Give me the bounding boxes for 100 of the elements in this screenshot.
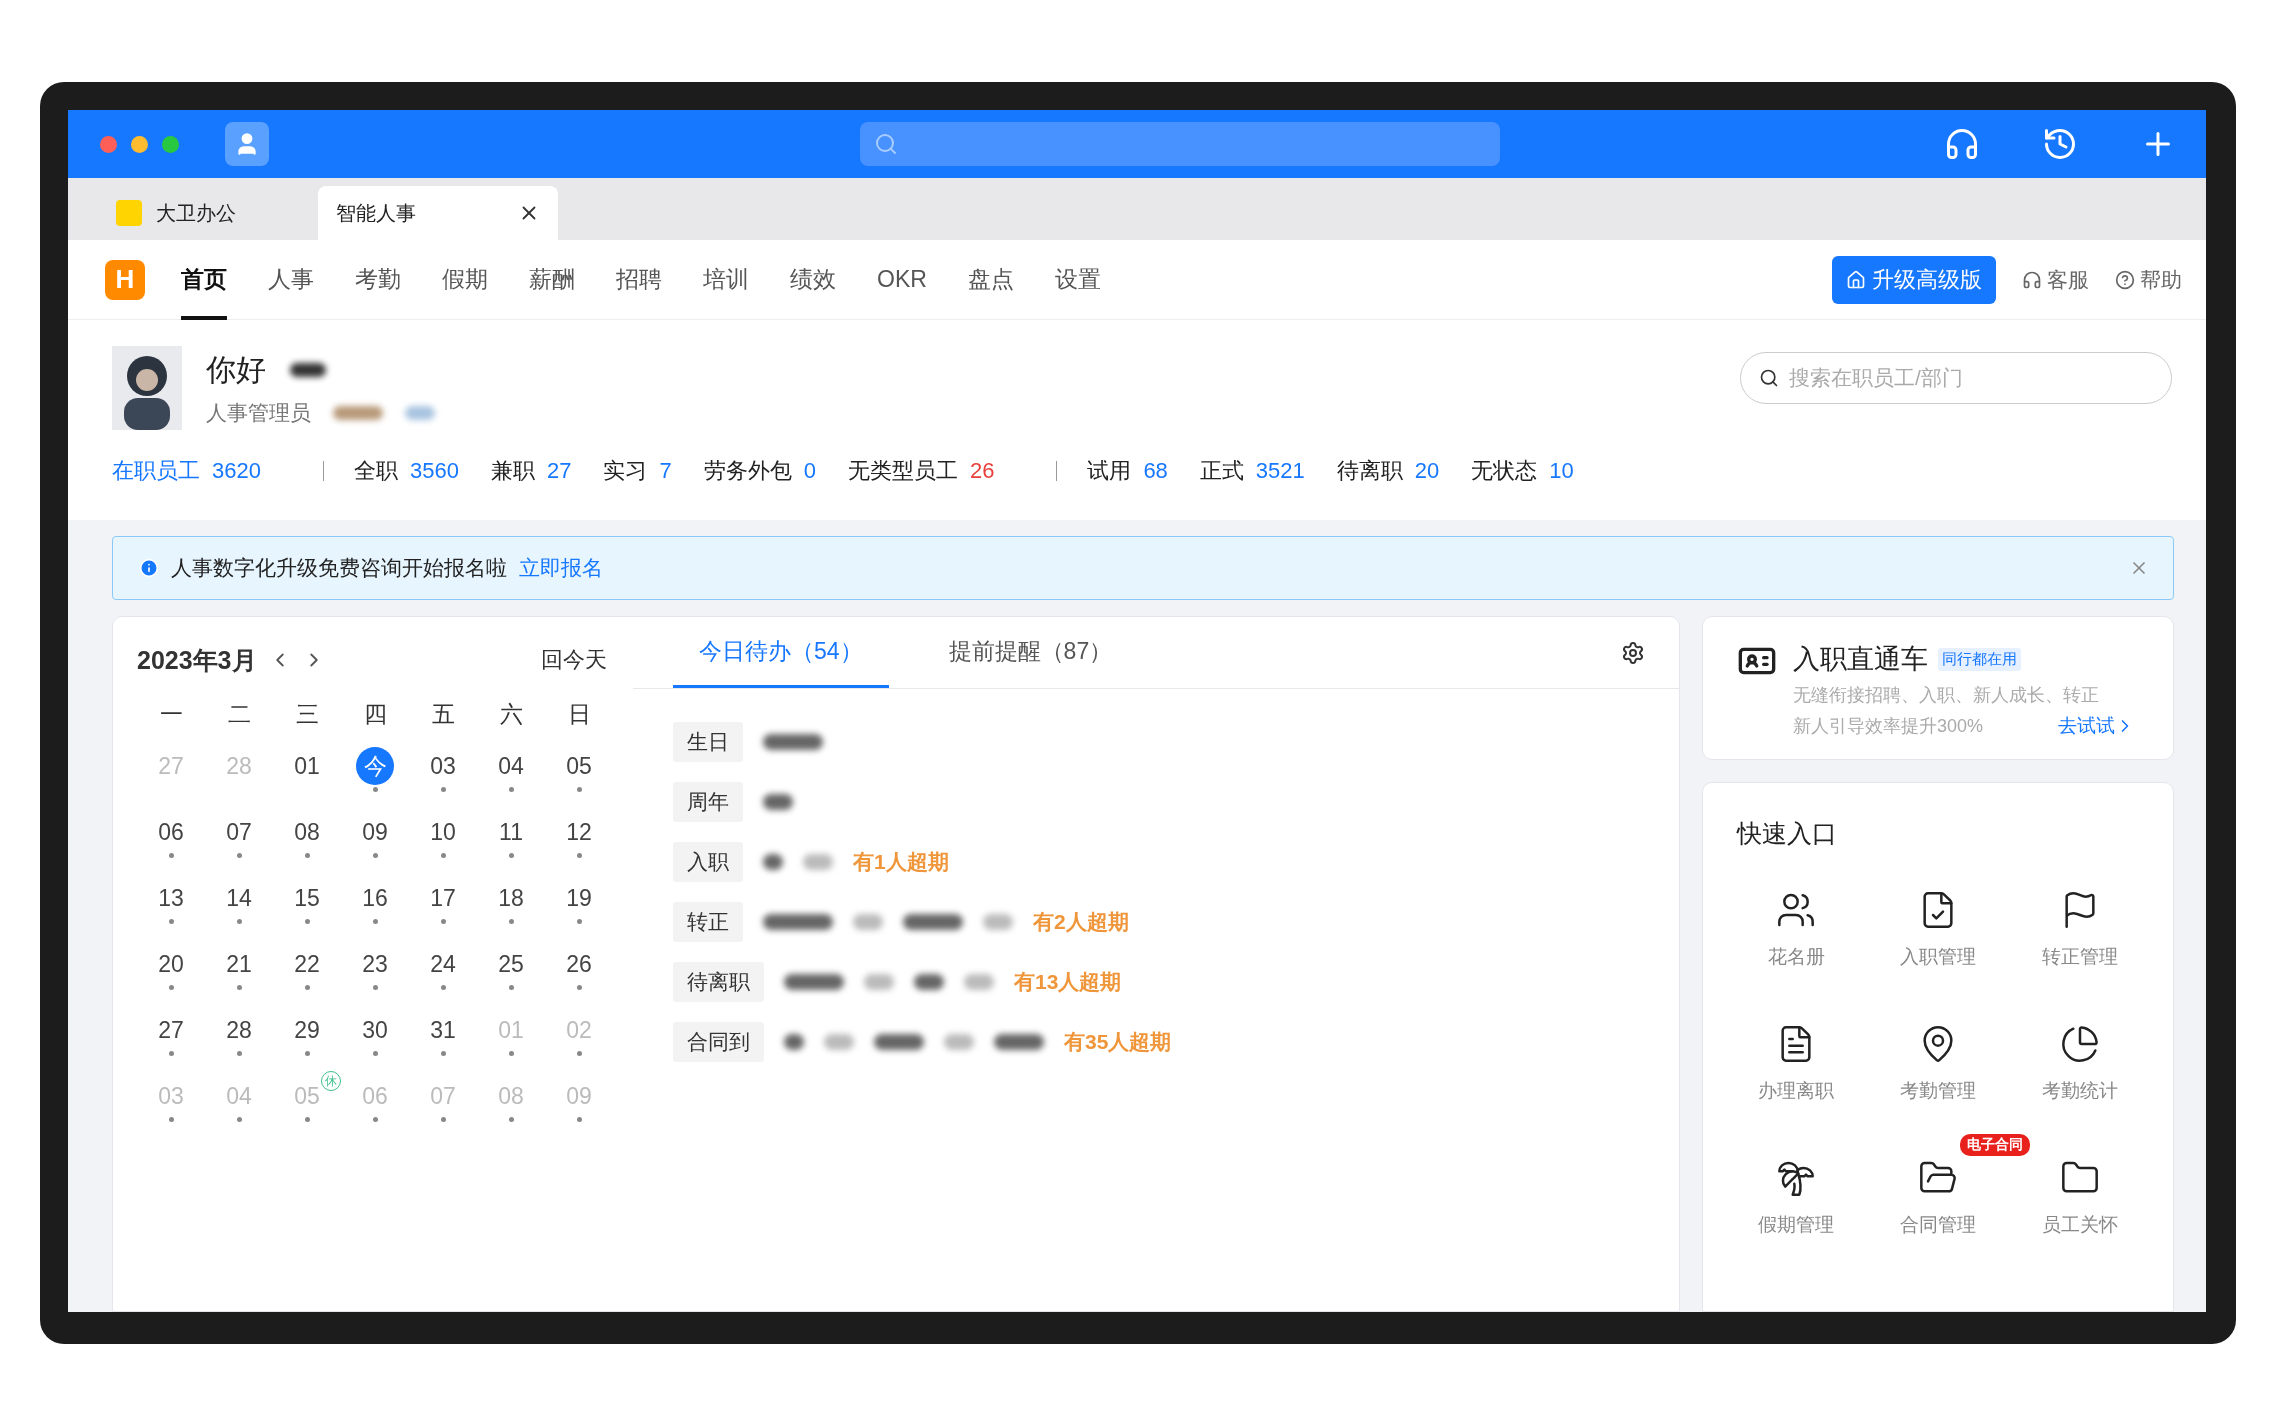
calendar-day[interactable]: 23	[356, 945, 394, 983]
nav-tab[interactable]: 考勤	[355, 239, 401, 320]
app-tab[interactable]: 智能人事	[318, 186, 558, 240]
nav-tab[interactable]: 盘点	[967, 239, 1014, 320]
todo-category: 转正	[673, 901, 743, 942]
calendar-day[interactable]: 13	[152, 879, 190, 917]
home-icon	[1846, 269, 1866, 290]
stat-link[interactable]: 在职员工 3620	[112, 456, 261, 486]
app-logo-icon	[116, 200, 142, 226]
calendar-day[interactable]: 03	[424, 747, 462, 785]
calendar-day[interactable]: 16	[356, 879, 394, 917]
nav-tab[interactable]: 培训	[703, 239, 749, 320]
stat-link[interactable]: 劳务外包 0	[703, 456, 816, 486]
nav-tab[interactable]: 设置	[1054, 239, 1101, 320]
stat-link[interactable]: 无状态 10	[1471, 456, 1574, 486]
search-icon	[874, 132, 898, 156]
role-text: 人事管理员	[206, 399, 311, 426]
try-link[interactable]: 去试试	[2058, 713, 2135, 739]
shortcut-label[interactable]: 考勤管理	[1900, 1078, 1976, 1104]
calendar-day[interactable]: 今	[356, 747, 394, 785]
promo-description: 无缝衔接招聘、入职、新人成长、转正	[1793, 684, 2099, 707]
calendar-day[interactable]: 09	[356, 813, 394, 851]
calendar-day[interactable]: 27	[152, 1011, 190, 1049]
holiday-badge: 休	[321, 1071, 341, 1091]
blurred-name	[983, 913, 1013, 930]
search-icon	[1759, 368, 1779, 388]
todo-tab[interactable]: 今日待办（54）	[673, 617, 889, 688]
nav-tab[interactable]: 假期	[442, 239, 488, 320]
calendar-day[interactable]: 21	[220, 945, 258, 983]
headset-icon[interactable]	[1944, 126, 1980, 162]
todo-tab[interactable]: 提前提醒（87）	[922, 617, 1139, 688]
nav-tab[interactable]: OKR	[877, 239, 927, 320]
stat-link[interactable]: 实习 7	[603, 456, 672, 486]
calendar-day[interactable]: 28	[220, 1011, 258, 1049]
greeting-text: 你好	[206, 351, 266, 388]
blurred-department	[405, 405, 435, 420]
upgrade-button[interactable]: 升级高级版	[1832, 255, 1996, 304]
stat-link[interactable]: 正式 3521	[1199, 456, 1305, 486]
calendar-day[interactable]: 01	[288, 747, 326, 785]
promo-tag: 同行都在用	[1938, 647, 2021, 671]
back-to-today-button[interactable]: 回今天	[535, 644, 613, 676]
calendar-day[interactable]: 19	[560, 879, 598, 917]
calendar-day[interactable]: 10	[424, 813, 462, 851]
calendar-day[interactable]: 07	[220, 813, 258, 851]
nav-tab[interactable]: 招聘	[616, 239, 662, 320]
shortcut-label[interactable]: 合同管理	[1900, 1212, 1976, 1238]
headset-icon	[2022, 269, 2042, 290]
calendar-day[interactable]: 22	[288, 945, 326, 983]
nav-tab[interactable]: 绩效	[790, 239, 836, 320]
app-tab[interactable]: 大卫办公	[98, 186, 318, 240]
shortcut-label[interactable]: 转正管理	[2042, 944, 2118, 970]
blurred-name	[784, 1033, 804, 1050]
stat-link[interactable]: 兼职 27	[490, 456, 572, 486]
calendar-day[interactable]: 18	[492, 879, 530, 917]
calendar-day[interactable]: 15	[288, 879, 326, 917]
blurred-name	[964, 973, 994, 990]
calendar-day[interactable]: 17	[424, 879, 462, 917]
blurred-company	[333, 405, 383, 420]
calendar-day[interactable]: 04	[492, 747, 530, 785]
signup-link[interactable]: 立即报名	[519, 554, 603, 582]
search-field[interactable]	[860, 122, 1500, 166]
calendar-day[interactable]: 30	[356, 1011, 394, 1049]
calendar-day[interactable]: 29	[288, 1011, 326, 1049]
stat-link[interactable]: 无类型员工 26	[847, 456, 995, 486]
month-title: 2023年3月	[137, 644, 257, 676]
shortcut-label[interactable]: 入职管理	[1900, 944, 1976, 970]
calendar-day[interactable]: 14	[220, 879, 258, 917]
calendar-day[interactable]: 06	[152, 813, 190, 851]
stat-link[interactable]: 待离职 20	[1336, 456, 1440, 486]
info-icon	[139, 558, 159, 578]
calendar-day[interactable]: 24	[424, 945, 462, 983]
history-icon[interactable]	[2042, 126, 2078, 162]
nav-tab[interactable]: 人事	[268, 239, 314, 320]
stat-link[interactable]: 试用 68	[1087, 456, 1168, 486]
shortcut-label[interactable]: 办理离职	[1758, 1078, 1834, 1104]
calendar-day[interactable]: 25	[492, 945, 530, 983]
stat-link[interactable]: 全职 3560	[353, 456, 459, 486]
weekday-label: 五	[430, 700, 456, 729]
calendar-day[interactable]: 26	[560, 945, 598, 983]
todo-category: 合同到	[673, 1021, 764, 1062]
blurred-name	[874, 1033, 924, 1050]
nav-tab[interactable]: 薪酬	[529, 239, 575, 320]
weekday-label: 一	[158, 700, 184, 729]
shortcut-label[interactable]: 花名册	[1767, 944, 1825, 970]
shortcut-label[interactable]: 考勤统计	[2042, 1078, 2118, 1104]
settings-icon[interactable]	[1621, 640, 1645, 665]
calendar-day[interactable]: 31	[424, 1011, 462, 1049]
weekday-label: 二	[226, 700, 252, 729]
shortcut-label[interactable]: 员工关怀	[2042, 1212, 2118, 1238]
shortcut-label[interactable]: 假期管理	[1758, 1212, 1834, 1238]
calendar-day[interactable]: 08	[288, 813, 326, 851]
calendar-day[interactable]: 11	[492, 813, 530, 851]
user-avatar[interactable]	[225, 122, 269, 166]
nav-link[interactable]: 帮助	[2140, 265, 2182, 294]
calendar-day[interactable]: 12	[560, 813, 598, 851]
calendar-day[interactable]: 05	[560, 747, 598, 785]
pie-chart-icon[interactable]	[2060, 1024, 2100, 1064]
blurred-name	[853, 913, 883, 930]
nav-link[interactable]: 客服	[2047, 265, 2089, 294]
calendar-day[interactable]: 20	[152, 945, 190, 983]
